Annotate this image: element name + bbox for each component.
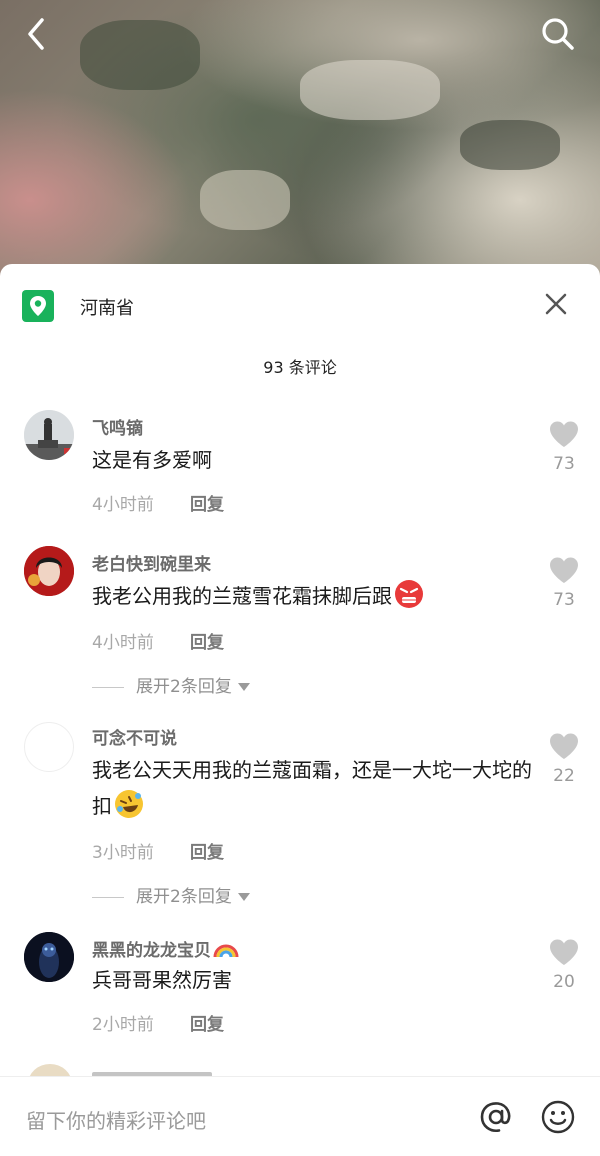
location-label: 河南省 — [80, 298, 134, 319]
heart-icon — [550, 421, 578, 447]
avatar[interactable] — [24, 546, 74, 596]
comment-username[interactable]: 飞鸣镝 — [92, 414, 143, 439]
video-background — [0, 0, 600, 290]
close-button[interactable] — [542, 290, 570, 318]
reply-button[interactable]: 回复 — [190, 1010, 224, 1035]
avatar[interactable] — [24, 932, 74, 982]
reply-button[interactable]: 回复 — [190, 838, 224, 863]
comment-item: 老白快到碗里来 我老公用我的兰蔻雪花霜抹脚后跟 4小时前 回复 73 展开2条回… — [0, 540, 600, 700]
comment-time: 3小时前 — [92, 843, 154, 863]
location-pin-icon — [22, 290, 54, 322]
comment-username[interactable]: 黑黑的龙龙宝贝 — [92, 936, 239, 961]
comment-time: 2小时前 — [92, 1015, 154, 1035]
caret-down-icon — [237, 683, 250, 691]
back-button[interactable] — [18, 14, 58, 54]
comments-sheet: 河南省 93 条评论 飞鸣镝 这是有多爱啊 4小时前 回复 73 老白快到碗里来… — [0, 264, 600, 1156]
reply-button[interactable]: 回复 — [190, 628, 224, 653]
mention-button[interactable] — [478, 1099, 514, 1135]
caret-down-icon — [237, 893, 250, 901]
like-button[interactable]: 73 — [546, 556, 582, 610]
expand-replies-label: 展开2条回复 — [136, 887, 232, 907]
smiley-icon — [541, 1100, 575, 1134]
expand-replies-button[interactable]: 展开2条回复 — [92, 882, 250, 907]
avatar[interactable] — [24, 722, 74, 772]
comment-username[interactable]: 可念不可说 — [92, 724, 177, 749]
reply-button[interactable]: 回复 — [190, 490, 224, 515]
like-button[interactable]: 73 — [546, 420, 582, 474]
comment-text: 兵哥哥果然厉害 — [92, 968, 232, 992]
comment-text-body: 我老公用我的兰蔻雪花霜抹脚后跟 — [92, 584, 392, 608]
like-count: 20 — [553, 972, 575, 992]
chevron-left-icon — [28, 18, 44, 50]
close-icon — [545, 293, 567, 315]
search-button[interactable] — [538, 14, 578, 54]
comment-time: 4小时前 — [92, 495, 154, 515]
comment-item: 黑黑的龙龙宝贝 兵哥哥果然厉害 2小时前 回复 20 — [0, 928, 600, 1048]
rolling-laughing-emoji — [115, 790, 143, 818]
divider — [92, 686, 124, 688]
location-row[interactable]: 河南省 — [22, 290, 578, 326]
rainbow-emoji — [213, 944, 239, 958]
like-button[interactable]: 20 — [546, 938, 582, 992]
comment-text: 我老公用我的兰蔻雪花霜抹脚后跟 — [92, 578, 532, 614]
emoji-button[interactable] — [540, 1099, 576, 1135]
comment-time: 4小时前 — [92, 633, 154, 653]
comment-count: 93 条评论 — [263, 358, 337, 377]
heart-icon — [550, 939, 578, 965]
comment-username-text: 黑黑的龙龙宝贝 — [92, 941, 211, 961]
expand-replies-button[interactable]: 展开2条回复 — [92, 672, 250, 697]
angry-face-emoji — [395, 580, 423, 608]
comment-item: 飞鸣镝 这是有多爱啊 4小时前 回复 73 — [0, 404, 600, 524]
like-button[interactable]: 22 — [546, 732, 582, 786]
search-icon — [542, 18, 574, 50]
heart-icon — [550, 557, 578, 583]
at-icon — [480, 1102, 511, 1133]
comment-text: 我老公天天用我的兰蔻面霜，还是一大坨一大坨的扣 — [92, 752, 532, 824]
heart-icon — [550, 733, 578, 759]
comment-input[interactable]: 留下你的精彩评论吧 — [26, 1105, 206, 1134]
expand-replies-label: 展开2条回复 — [136, 677, 232, 697]
comment-input-bar: 留下你的精彩评论吧 — [0, 1076, 600, 1156]
comment-item: 可念不可说 我老公天天用我的兰蔻面霜，还是一大坨一大坨的扣 3小时前 回复 22… — [0, 716, 600, 916]
like-count: 73 — [553, 590, 575, 610]
like-count: 22 — [553, 766, 575, 786]
comment-text: 这是有多爱啊 — [92, 448, 212, 472]
comment-text-body: 我老公天天用我的兰蔻面霜，还是一大坨一大坨的扣 — [92, 758, 532, 818]
comment-username[interactable]: 老白快到碗里来 — [92, 550, 211, 575]
avatar[interactable] — [24, 410, 74, 460]
like-count: 73 — [553, 454, 575, 474]
divider — [92, 896, 124, 898]
